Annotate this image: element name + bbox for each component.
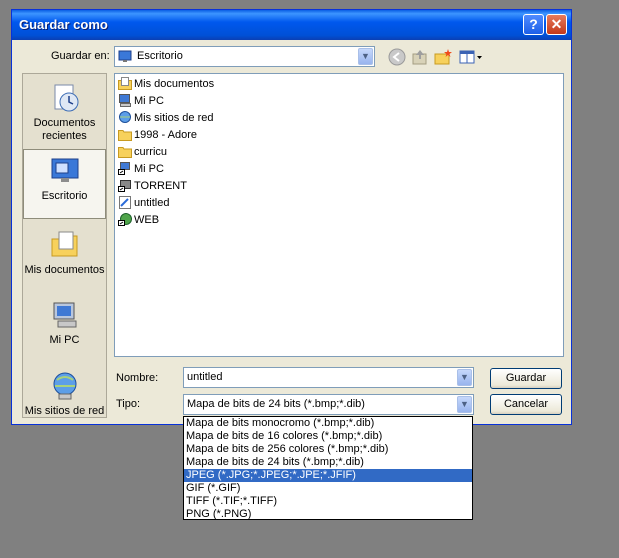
place-label: Documentos recientes	[33, 117, 96, 142]
my-computer-icon	[118, 93, 132, 107]
places-bar: Documentos recientes Escritorio Mis docu…	[22, 73, 107, 418]
chevron-down-icon[interactable]: ▼	[457, 396, 472, 413]
image-file-icon	[118, 195, 132, 209]
view-menu-icon[interactable]	[458, 48, 484, 66]
list-item[interactable]: curricu	[118, 144, 167, 160]
shortcut-icon	[118, 179, 132, 192]
list-item[interactable]: WEB	[118, 212, 159, 228]
recent-documents-icon	[49, 82, 81, 114]
filetype-option[interactable]: Mapa de bits de 16 colores (*.bmp;*.dib)	[184, 430, 472, 443]
save-as-dialog: Guardar como ? ✕ Guardar en: Escritorio …	[11, 9, 572, 425]
chevron-down-icon[interactable]: ▼	[358, 48, 373, 65]
file-name: Mis documentos	[134, 78, 215, 90]
place-recent-documents[interactable]: Documentos recientes	[23, 82, 106, 143]
filename-field[interactable]: untitled ▼	[183, 367, 474, 388]
my-documents-icon	[118, 76, 132, 90]
my-computer-icon	[49, 299, 81, 331]
list-item[interactable]: Mi PC	[118, 93, 164, 109]
save-in-value: Escritorio	[137, 50, 183, 62]
title-bar[interactable]: Guardar como ? ✕	[12, 10, 571, 40]
place-label: Mis documentos	[24, 264, 105, 276]
filetype-dropdown[interactable]: Mapa de bits de 24 bits (*.bmp;*.dib) ▼	[183, 394, 474, 415]
file-name: Mi PC	[134, 163, 164, 175]
place-my-documents[interactable]: Mis documentos	[23, 229, 106, 277]
file-name: TORRENT	[134, 180, 187, 192]
file-name: 1998 - Adore	[134, 129, 197, 141]
filetype-options-list[interactable]: Mapa de bits monocromo (*.bmp;*.dib) Map…	[183, 416, 473, 520]
file-name: curricu	[134, 146, 168, 158]
close-button[interactable]: ✕	[546, 14, 567, 35]
desktop-icon	[118, 49, 132, 63]
list-item[interactable]: Mi PC	[118, 161, 164, 177]
list-item[interactable]: Mis sitios de red	[118, 110, 213, 126]
save-in-dropdown[interactable]: Escritorio ▼	[114, 46, 375, 67]
back-icon[interactable]	[388, 48, 406, 66]
list-item[interactable]: 1998 - Adore	[118, 127, 197, 143]
file-name: WEB	[134, 214, 160, 226]
up-folder-icon[interactable]	[411, 48, 429, 66]
save-in-label: Guardar en:	[51, 50, 110, 62]
place-my-computer[interactable]: Mi PC	[23, 299, 106, 347]
filetype-option[interactable]: Mapa de bits de 256 colores (*.bmp;*.dib…	[184, 443, 472, 456]
file-name: Mi PC	[134, 95, 164, 107]
filetype-value: Mapa de bits de 24 bits (*.bmp;*.dib)	[187, 398, 365, 410]
place-label: Mis sitios de red	[24, 405, 105, 417]
my-documents-icon	[49, 229, 81, 261]
filetype-option[interactable]: Mapa de bits monocromo (*.bmp;*.dib)	[184, 417, 472, 430]
place-network-places[interactable]: Mis sitios de red	[23, 370, 106, 418]
place-desktop[interactable]: Escritorio	[23, 149, 106, 219]
filename-label: Nombre:	[116, 372, 159, 384]
list-item[interactable]: TORRENT	[118, 178, 187, 194]
cancel-button[interactable]: Cancelar	[490, 394, 562, 415]
filetype-label: Tipo:	[116, 398, 141, 410]
file-name: Mis sitios de red	[134, 112, 214, 124]
filename-value: untitled	[187, 371, 223, 383]
window-title: Guardar como	[19, 17, 108, 32]
folder-icon	[118, 128, 132, 141]
save-button[interactable]: Guardar	[490, 368, 562, 389]
filetype-option[interactable]: GIF (*.GIF)	[184, 482, 472, 495]
new-folder-icon[interactable]	[434, 48, 452, 66]
network-places-icon	[49, 370, 81, 402]
network-places-icon	[118, 110, 132, 124]
filetype-option[interactable]: TIFF (*.TIF;*.TIFF)	[184, 495, 472, 508]
filetype-option-selected[interactable]: JPEG (*.JPG;*.JPEG;*.JPE;*.JFIF)	[184, 469, 472, 482]
chevron-down-icon[interactable]: ▼	[457, 369, 472, 386]
file-name: untitled	[134, 197, 170, 209]
file-list[interactable]: Mis documentos Mi PC Mis sitios de red 1…	[114, 73, 564, 357]
filetype-option[interactable]: Mapa de bits de 24 bits (*.bmp;*.dib)	[184, 456, 472, 469]
help-button[interactable]: ?	[523, 14, 544, 35]
shortcut-icon	[118, 161, 132, 175]
globe-shortcut-icon	[118, 212, 132, 226]
list-item[interactable]: untitled	[118, 195, 169, 211]
filetype-option[interactable]: PNG (*.PNG)	[184, 508, 472, 521]
list-item[interactable]: Mis documentos	[118, 76, 214, 92]
desktop-icon	[49, 155, 81, 187]
folder-icon	[118, 145, 132, 158]
place-label: Mi PC	[49, 334, 80, 346]
place-label: Escritorio	[41, 190, 88, 202]
